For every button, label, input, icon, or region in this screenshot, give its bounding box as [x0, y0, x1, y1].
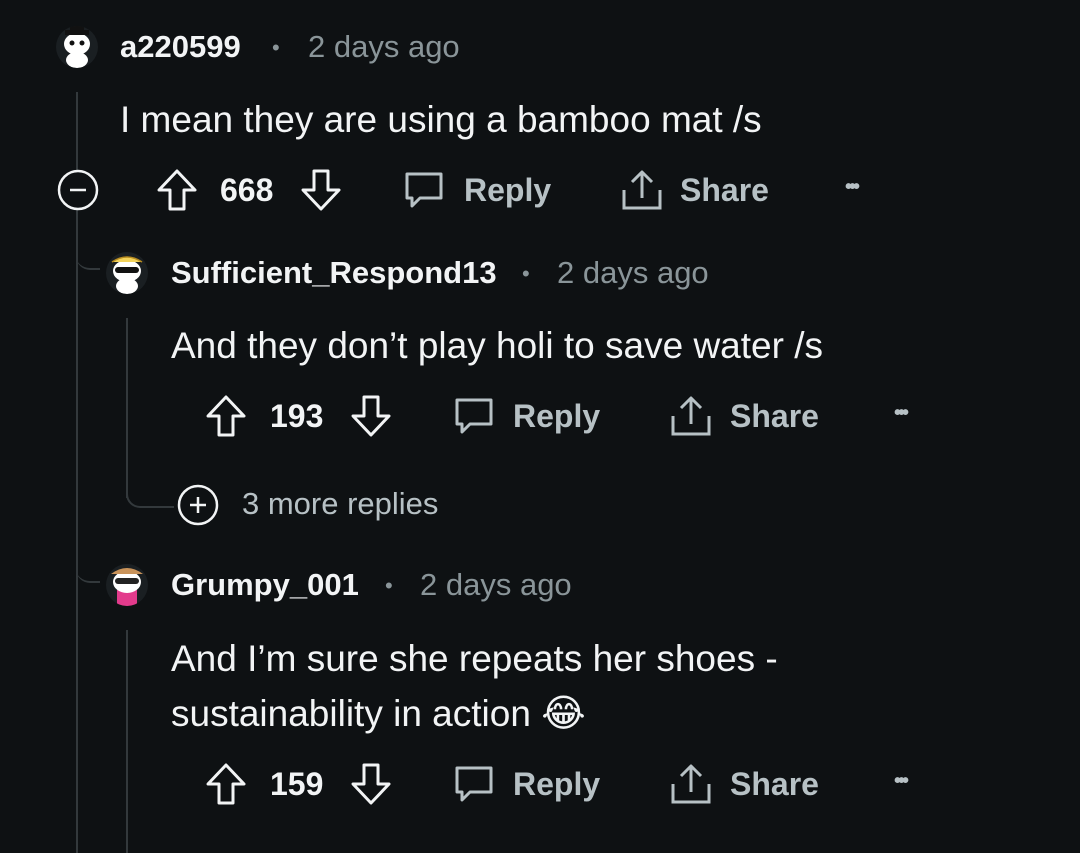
avatar[interactable] — [106, 564, 148, 606]
comment-body: And they don’t play holi to save water /… — [171, 325, 823, 366]
reply-bubble-icon — [455, 398, 493, 434]
snoo-avatar-icon — [111, 568, 143, 606]
share-icon — [671, 396, 711, 436]
timestamp: 2 days ago — [557, 255, 709, 290]
vote-count: 193 — [270, 398, 324, 434]
share-label[interactable]: Share — [730, 398, 819, 435]
reply-button[interactable] — [452, 762, 496, 806]
downvote-button[interactable] — [350, 394, 392, 438]
thread-line-reply-2 — [126, 630, 128, 853]
upvote-button[interactable] — [205, 394, 247, 438]
thread-elbow-reply-2 — [76, 545, 100, 583]
more-options-button[interactable]: ••• — [894, 770, 909, 793]
reply-bubble-icon — [455, 766, 493, 802]
thread-elbow-reply-1 — [76, 230, 100, 270]
username[interactable]: a220599 — [120, 29, 241, 65]
separator-dot: • — [522, 261, 530, 286]
vote-count: 159 — [270, 766, 324, 802]
downvote-arrow-icon — [351, 763, 391, 805]
more-replies-link[interactable]: 3 more replies — [242, 486, 438, 522]
comment-body-line-1: And I’m sure she repeats her shoes - — [171, 638, 778, 679]
share-label[interactable]: Share — [730, 766, 819, 803]
timestamp: 2 days ago — [308, 29, 460, 64]
more-options-button[interactable]: ••• — [894, 402, 909, 425]
vote-count: 668 — [220, 172, 274, 208]
separator-dot: • — [272, 35, 280, 60]
upvote-arrow-icon — [206, 395, 246, 437]
downvote-arrow-icon — [351, 395, 391, 437]
reply-bubble-icon — [405, 172, 443, 208]
thread-elbow-more-replies — [126, 478, 174, 508]
expand-plus-icon — [177, 484, 219, 526]
username[interactable]: Grumpy_001 — [171, 567, 359, 603]
avatar[interactable] — [106, 252, 148, 294]
reply-label[interactable]: Reply — [513, 766, 600, 803]
share-label[interactable]: Share — [680, 172, 769, 209]
snoo-avatar-icon — [111, 256, 143, 294]
upvote-button[interactable] — [205, 762, 247, 806]
reply-label[interactable]: Reply — [513, 398, 600, 435]
snoo-avatar-icon — [64, 26, 90, 68]
share-button[interactable] — [669, 394, 713, 438]
upvote-arrow-icon — [206, 763, 246, 805]
downvote-arrow-icon — [301, 169, 341, 211]
laughing-emoji-icon: 😂 — [541, 693, 586, 735]
share-button[interactable] — [620, 168, 664, 212]
more-options-button[interactable]: ••• — [845, 176, 860, 199]
comment-body: I mean they are using a bamboo mat /s — [120, 99, 762, 140]
upvote-arrow-icon — [157, 169, 197, 211]
downvote-button[interactable] — [350, 762, 392, 806]
expand-more-replies-button[interactable] — [176, 483, 220, 527]
avatar[interactable] — [56, 26, 98, 68]
username[interactable]: Sufficient_Respond13 — [171, 255, 497, 291]
timestamp: 2 days ago — [420, 567, 572, 602]
collapse-thread-button[interactable] — [56, 168, 100, 212]
collapse-minus-icon — [57, 169, 99, 211]
separator-dot: • — [385, 573, 393, 598]
downvote-button[interactable] — [300, 168, 342, 212]
share-icon — [671, 764, 711, 804]
comment-body-line-2: sustainability in action 😂 — [171, 686, 586, 742]
upvote-button[interactable] — [156, 168, 198, 212]
share-icon — [622, 170, 662, 210]
share-button[interactable] — [669, 762, 713, 806]
reply-label[interactable]: Reply — [464, 172, 551, 209]
thread-line-reply-1 — [126, 318, 128, 498]
reply-button[interactable] — [452, 394, 496, 438]
comment-body-text: sustainability in action — [171, 693, 531, 734]
